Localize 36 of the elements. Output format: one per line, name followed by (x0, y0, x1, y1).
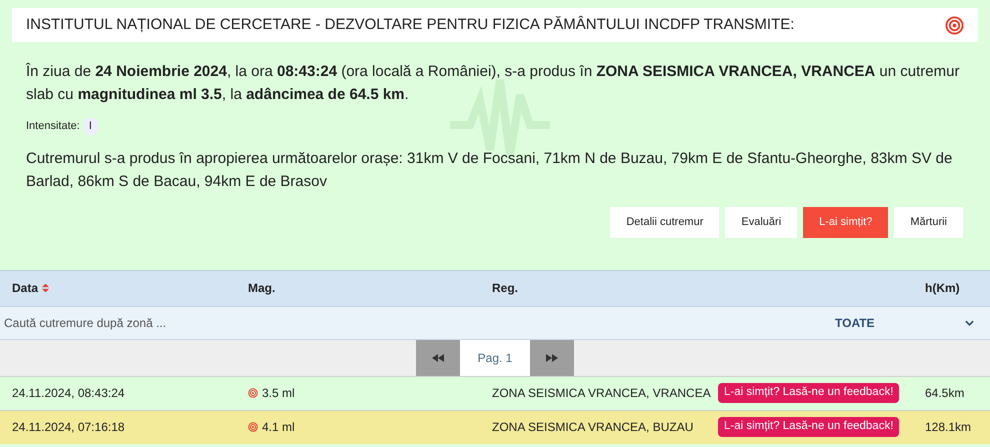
intensity-label: Intensitate: (26, 119, 80, 134)
header-title: INSTITUTUL NAȚIONAL DE CERCETARE - DEZVOLTARE PENTRU FIZICA PĂMÂNTULUI INCDFP TRANSMITE: (26, 14, 794, 35)
nearby-cities-text: Cutremurul s-a produs în apropierea următoarelor orașe: 31km V de Focsani, 71km N de Buzau, 79km E de Sfantu-Gheorghe, 83km SV de Barlad, 86km S de Bacau, 94km E de Brasov (26, 148, 954, 192)
date-cell-text: 24.11.2024, 08:43:24 (12, 385, 126, 402)
date-cell-text: 24.11.2024, 07:16:18 (12, 419, 126, 436)
column-header[interactable]: Mag. (248, 279, 276, 297)
intensity-value: I (84, 118, 97, 134)
target-icon (248, 388, 258, 398)
depth-cell-text: 128.1km (925, 419, 972, 436)
chevron-down-icon (965, 320, 974, 326)
page-indicator: Pag. 1 (460, 340, 530, 376)
summary-text: În ziua de 24 Noiembrie 2024, la ora 08:43:24 (ora locală a României), s-a produs în ZONA SEISMICA VRANCEA, VRANCEA un cutremur slab cu magnitudinea ml 3.5, la adâncimea de 64.5 km. (26, 62, 960, 105)
target-icon (248, 422, 258, 432)
magnitude-cell-text: 4.1 ml (262, 419, 295, 436)
tab-button[interactable]: Evaluări (725, 206, 798, 238)
tab-button[interactable]: Detalii cutremur (610, 206, 720, 238)
next-page-button[interactable] (530, 340, 574, 376)
sort-icon[interactable] (42, 283, 50, 293)
tab-button[interactable]: Mărturii (894, 206, 963, 238)
previous-page-button[interactable] (416, 340, 460, 376)
column-header[interactable]: Data (12, 279, 38, 297)
earthquake-row[interactable]: 24.11.2024, 07:16:18 4.1 ml ZONA SEISMICA VRANCEA, BUZAU L-ai simțit? Lasă-ne un feedback! 128.1km (0, 410, 990, 444)
feedback-link[interactable]: L-ai simțit? Lasă-ne un feedback! (718, 383, 900, 403)
column-header[interactable]: h(Km) (925, 279, 960, 297)
depth-cell-text: 64.5km (925, 385, 966, 402)
target-icon (945, 16, 964, 34)
rewind-icon (432, 354, 444, 362)
column-header[interactable]: Reg. (492, 279, 518, 297)
region-cell-text: ZONA SEISMICA VRANCEA, VRANCEA (492, 385, 712, 402)
feedback-link[interactable]: L-ai simțit? Lasă-ne un feedback! (718, 417, 900, 437)
search-field[interactable]: Caută cutremure după zonă ... (0, 306, 600, 340)
region-filter-dropdown[interactable]: TOATE (600, 306, 990, 340)
tab-button[interactable]: L-ai simțit? (803, 206, 888, 238)
region-cell-text: ZONA SEISMICA VRANCEA, BUZAU (492, 419, 694, 436)
fast-forward-icon (546, 354, 558, 362)
magnitude-cell-text: 3.5 ml (262, 385, 295, 402)
